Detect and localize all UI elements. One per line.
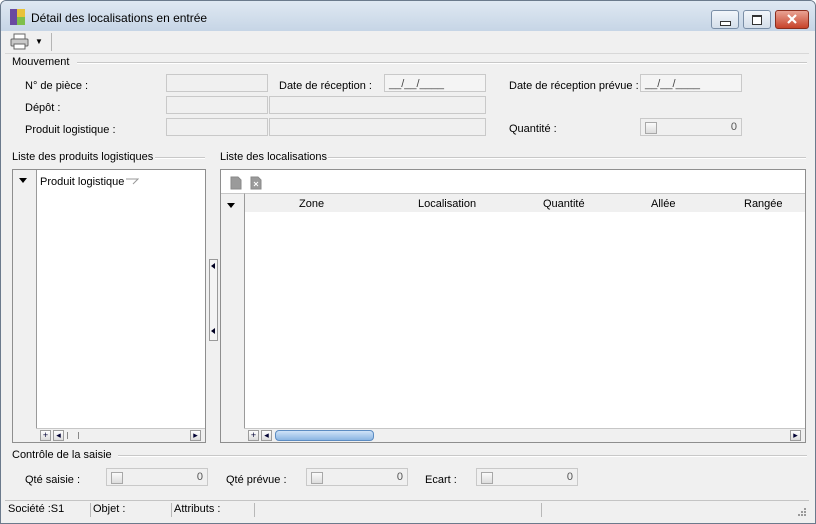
produits-grid[interactable]: Produit logistique + ◂ ▸ <box>12 169 206 443</box>
column-header-zone[interactable]: Zone <box>299 198 324 210</box>
status-objet: Objet : <box>92 503 172 517</box>
ecart-field[interactable]: 0 <box>476 468 578 486</box>
close-icon <box>787 14 797 24</box>
mouvement-group-label: Mouvement <box>12 56 70 68</box>
localisations-hscrollbar[interactable]: + ◂ ▸ <box>244 428 805 442</box>
localisations-grid[interactable]: Zone Localisation Quantité Allée Rangée … <box>220 169 806 443</box>
close-button[interactable] <box>775 10 809 29</box>
depot-label: Dépôt : <box>25 102 61 114</box>
scroll-thumb[interactable] <box>275 430 374 441</box>
produit-code-field[interactable] <box>166 118 268 136</box>
collapse-left-icon[interactable] <box>211 328 215 334</box>
spin-button[interactable] <box>311 472 323 484</box>
resize-grip-icon[interactable] <box>795 505 807 517</box>
toolbar-separator <box>51 33 52 51</box>
date-reception-field[interactable]: __/__/____ <box>384 74 486 92</box>
filter-icon[interactable] <box>125 178 139 186</box>
column-header-allee[interactable]: Allée <box>651 198 675 210</box>
column-header-produit[interactable]: Produit logistique <box>40 176 124 188</box>
minimize-button[interactable] <box>711 10 739 29</box>
mouvement-divider <box>77 62 807 64</box>
num-piece-field[interactable] <box>166 74 268 92</box>
qte-saisie-field[interactable]: 0 <box>106 468 208 486</box>
column-header-rangee[interactable]: Rangée <box>744 198 783 210</box>
produit-name-field[interactable] <box>269 118 486 136</box>
title-bar[interactable]: Détail des localisations en entrée <box>1 1 815 31</box>
status-societe: Société :S1 <box>7 503 91 517</box>
column-header-row <box>245 193 805 212</box>
status-attributs: Attributs : <box>173 503 255 517</box>
depot-code-field[interactable] <box>166 96 268 114</box>
qte-prevue-label: Qté prévue : <box>226 474 287 486</box>
maximize-icon <box>752 15 762 25</box>
column-header-localisation[interactable]: Localisation <box>418 198 476 210</box>
ecart-label: Ecart : <box>425 474 457 486</box>
column-header-quantite[interactable]: Quantité <box>543 198 585 210</box>
grid-gutter <box>13 170 37 442</box>
qte-prevue-field[interactable]: 0 <box>306 468 408 486</box>
localisations-group-label: Liste des localisations <box>220 151 328 163</box>
collapse-left-icon[interactable] <box>211 263 215 269</box>
scroll-left-icon[interactable]: ◂ <box>53 430 64 441</box>
maximize-button[interactable] <box>743 10 771 29</box>
num-piece-label: N° de pièce : <box>25 80 89 92</box>
app-icon <box>10 9 26 25</box>
produit-logistique-label: Produit logistique : <box>25 124 116 136</box>
scroll-right-icon[interactable]: ▸ <box>190 430 201 441</box>
scroll-grip[interactable] <box>67 432 79 439</box>
localisations-divider <box>328 157 806 159</box>
qte-prevue-value: 0 <box>396 471 403 483</box>
quantite-label: Quantité : <box>509 123 557 135</box>
qte-saisie-value: 0 <box>196 471 203 483</box>
column-chooser-icon[interactable] <box>19 178 27 183</box>
add-icon[interactable]: + <box>40 430 51 441</box>
produits-group-label: Liste des produits logistiques <box>12 151 154 163</box>
client-area: ▼ Mouvement N° de pièce : Date de récept… <box>5 31 809 519</box>
spin-button[interactable] <box>481 472 493 484</box>
date-reception-label: Date de réception : <box>279 80 372 92</box>
window-title: Détail des localisations en entrée <box>31 11 208 25</box>
panel-splitter[interactable] <box>209 259 218 341</box>
ecart-value: 0 <box>566 471 573 483</box>
printer-icon[interactable] <box>10 33 30 51</box>
minimize-icon <box>720 21 731 26</box>
add-icon[interactable]: + <box>248 430 259 441</box>
quantite-field[interactable]: 0 <box>640 118 742 136</box>
grid-gutter <box>221 193 245 442</box>
main-window: Détail des localisations en entrée ▼ Mou… <box>0 0 816 524</box>
qte-saisie-label: Qté saisie : <box>25 474 81 486</box>
status-bar: Société :S1 Objet : Attributs : <box>5 500 809 519</box>
delete-row-icon[interactable] <box>249 176 263 190</box>
controle-group-label: Contrôle de la saisie <box>12 449 112 461</box>
date-prevue-label: Date de réception prévue : <box>509 80 639 92</box>
column-chooser-icon[interactable] <box>227 203 235 208</box>
produits-divider <box>155 157 205 159</box>
spin-button[interactable] <box>645 122 657 134</box>
depot-name-field[interactable] <box>269 96 486 114</box>
status-cell-empty <box>256 503 542 517</box>
date-prevue-field[interactable]: __/__/____ <box>640 74 742 92</box>
scroll-right-icon[interactable]: ▸ <box>790 430 801 441</box>
controle-divider <box>118 455 807 457</box>
scroll-left-icon[interactable]: ◂ <box>261 430 272 441</box>
spin-button[interactable] <box>111 472 123 484</box>
quantite-value: 0 <box>730 121 737 133</box>
toolbar: ▼ <box>5 31 809 54</box>
produits-hscrollbar[interactable]: + ◂ ▸ <box>36 428 205 442</box>
new-row-icon[interactable] <box>229 176 243 190</box>
print-dropdown-arrow[interactable]: ▼ <box>35 37 43 46</box>
